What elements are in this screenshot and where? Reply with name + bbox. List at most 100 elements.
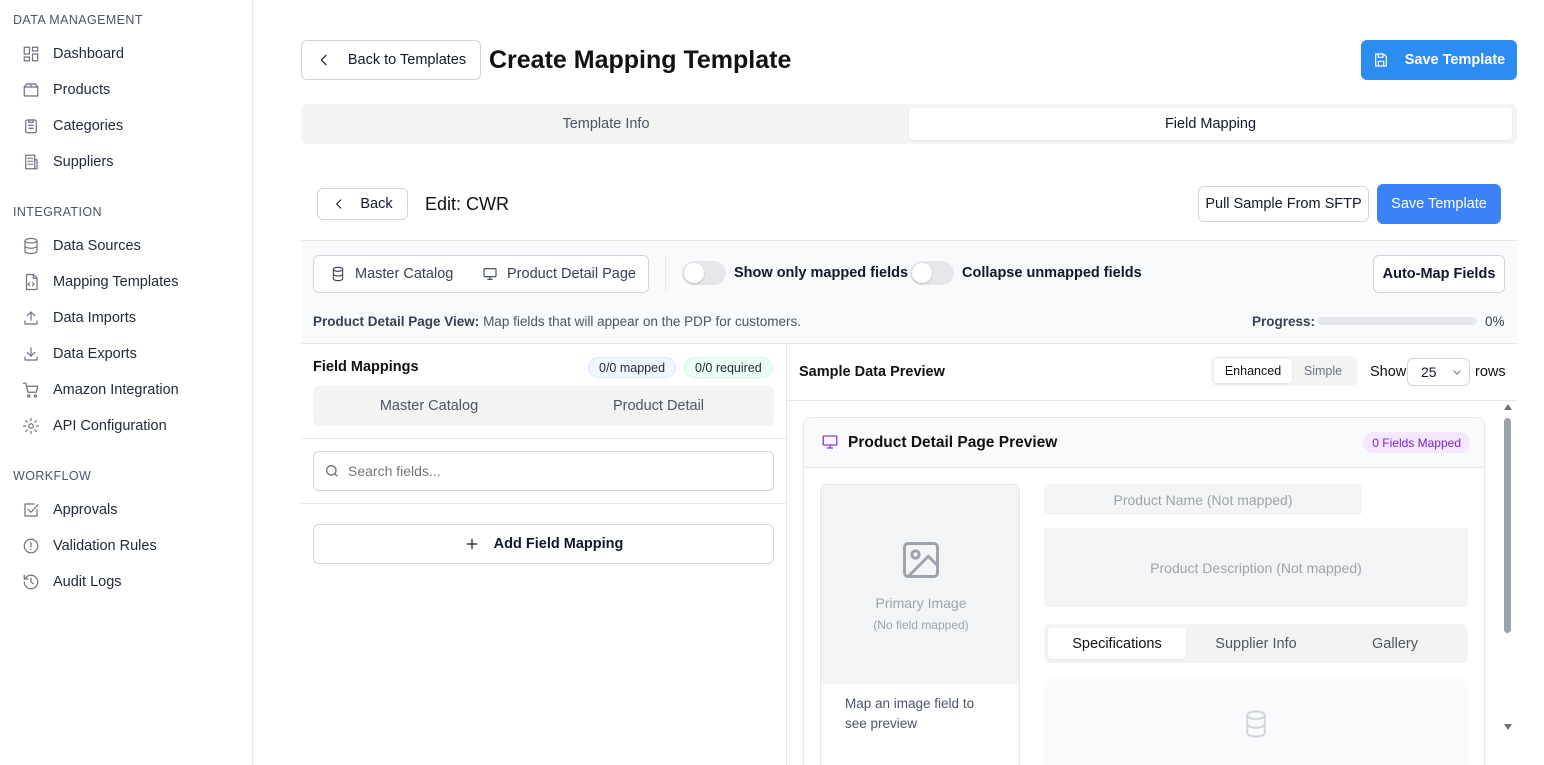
save-template-button[interactable]: Save Template [1361,40,1517,80]
section-title-data-management: DATA MANAGEMENT [13,13,143,27]
clipboard-list-icon [25,119,37,134]
card-header: Product Detail Page Preview 0 Fields Map… [804,418,1484,468]
view-product-detail-page[interactable]: Product Detail Page [482,256,636,292]
editor-save-button[interactable]: Save Template [1377,184,1501,224]
rows-select[interactable]: 25 [1407,358,1470,386]
sidebar-item-label: Approvals [53,502,118,518]
gear-icon [22,417,40,435]
tab-product-detail[interactable]: Product Detail [543,386,774,426]
scroll-thumb[interactable] [1504,418,1511,633]
sidebar-item-label: Data Exports [53,346,137,362]
collapse-unmapped-label: Collapse unmapped fields [962,265,1142,281]
back-to-templates-label: Back to Templates [347,52,467,68]
editor-title: Edit: CWR [425,194,510,214]
sidebar-item-dashboard[interactable]: Dashboard [22,41,124,67]
view-master-catalog[interactable]: Master Catalog [330,256,453,292]
sidebar-item-categories[interactable]: Categories [22,113,123,139]
history-icon [23,574,39,590]
field-mappings-panel: Field Mappings 0/0 mapped 0/0 required M… [301,344,787,765]
chevron-left-icon [320,54,327,66]
sidebar-item-label: Categories [53,118,124,134]
product-name-placeholder: Product Name (Not mapped) [1044,484,1362,515]
sidebar-item-approvals[interactable]: Approvals [22,497,117,523]
pdp-preview-card: Product Detail Page Preview 0 Fields Map… [803,417,1485,765]
scroll-up-arrow[interactable] [1504,404,1512,410]
sidebar-item-label: Audit Logs [53,574,122,590]
rows-label: rows [1475,364,1506,380]
mode-enhanced[interactable]: Enhanced [1214,359,1292,383]
database-icon [24,237,38,255]
shopping-cart-icon [22,382,39,398]
tab-specifications[interactable]: Specifications [1048,628,1186,659]
product-description-placeholder: Product Description (Not mapped) [1044,528,1468,607]
preview-scrollbar[interactable] [1503,404,1513,734]
sidebar-item-api-configuration[interactable]: API Configuration [22,413,167,439]
sidebar-item-label: Mapping Templates [53,274,179,290]
sidebar-item-label: Suppliers [53,154,114,170]
view-description-label: Product Detail Page View: [313,314,480,329]
save-icon [1374,53,1387,67]
card-title: Product Detail Page Preview [848,434,1058,451]
sidebar-item-label: Products [53,82,111,98]
sidebar-item-amazon-integration[interactable]: Amazon Integration [22,377,179,403]
sidebar-item-label: Data Imports [53,310,136,326]
divider [787,400,1517,401]
sidebar-item-suppliers[interactable]: Suppliers [22,149,113,175]
sidebar-item-label: Dashboard [53,46,124,62]
section-title-integration: INTEGRATION [13,205,102,219]
view-description: Product Detail Page View: Map fields tha… [313,314,801,329]
tab-template-info[interactable]: Template Info [305,108,907,140]
primary-image-label: Primary Image [875,595,967,611]
specifications-content [1044,679,1468,765]
monitor-icon [483,268,497,280]
page-title: Create Mapping Template [489,46,792,74]
view-product-detail-page-label: Product Detail Page [507,266,636,282]
section-title-workflow: WORKFLOW [13,469,92,483]
sidebar-item-label: Data Sources [53,238,141,254]
back-button[interactable]: Back [317,188,408,220]
show-mapped-toggle[interactable] [682,261,726,285]
add-field-mapping-button[interactable]: Add Field Mapping [313,524,774,564]
search-field[interactable] [313,451,774,491]
divider [301,438,787,439]
building-icon [25,154,38,170]
image-placeholder: Primary Image (No field mapped) [821,485,1019,684]
sidebar: DATA MANAGEMENT Dashboard Products Categ… [0,0,253,765]
auto-map-button[interactable]: Auto-Map Fields [1373,255,1505,293]
sample-data-preview-panel: Sample Data Preview Enhanced Simple Show… [787,344,1517,765]
collapse-unmapped-toggle[interactable] [910,261,954,285]
pull-sample-button[interactable]: Pull Sample From SFTP [1198,186,1369,222]
view-description-text: Map fields that will appear on the PDP f… [479,314,801,329]
sidebar-item-mapping-templates[interactable]: Mapping Templates [22,269,178,295]
scroll-down-arrow[interactable] [1504,724,1512,730]
tab-field-mapping[interactable]: Field Mapping [909,108,1512,140]
progress-value: 0% [1485,314,1505,329]
back-to-templates-button[interactable]: Back to Templates [301,40,481,80]
monitor-icon [822,435,838,449]
preview-mode-toggle: Enhanced Simple [1211,356,1357,386]
file-code-icon [25,273,38,291]
sidebar-item-products[interactable]: Products [22,77,110,103]
mode-simple[interactable]: Simple [1295,359,1351,383]
package-icon [23,83,39,97]
alert-circle-icon [23,538,39,554]
show-label: Show [1370,364,1407,380]
sidebar-item-data-exports[interactable]: Data Exports [22,341,137,367]
divider [301,503,787,504]
add-field-mapping-label: Add Field Mapping [493,536,624,552]
sidebar-item-audit-logs[interactable]: Audit Logs [22,569,122,595]
tab-master-catalog[interactable]: Master Catalog [313,386,545,426]
sidebar-item-data-sources[interactable]: Data Sources [22,233,141,259]
search-input[interactable] [348,463,748,479]
image-icon [903,542,939,578]
tab-supplier-info[interactable]: Supplier Info [1187,628,1325,659]
chevron-down-icon [1452,370,1461,375]
progress-label: Progress: [1252,314,1316,329]
required-badge: 0/0 required [684,357,773,378]
chevron-left-icon [336,199,342,209]
view-master-catalog-label: Master Catalog [355,266,454,282]
tab-gallery[interactable]: Gallery [1326,628,1464,659]
progress-bar [1317,317,1477,325]
sidebar-item-validation-rules[interactable]: Validation Rules [22,533,157,559]
sidebar-item-data-imports[interactable]: Data Imports [22,305,136,331]
